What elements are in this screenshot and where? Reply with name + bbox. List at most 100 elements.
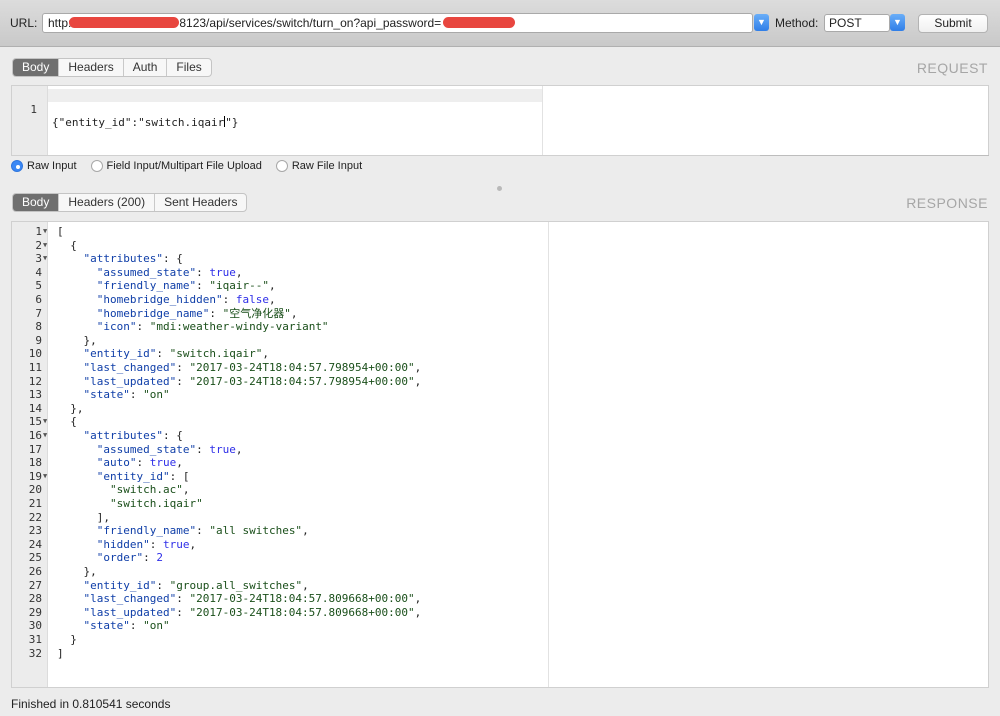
response-title: RESPONSE <box>906 195 988 211</box>
line-number: 12 <box>28 374 42 388</box>
method-dropdown-button[interactable]: ▼ <box>890 14 905 31</box>
radio-label: Raw Input <box>27 160 77 172</box>
editor-split <box>542 86 543 155</box>
code-text: "assumed_state": true, <box>57 265 243 280</box>
redaction-mark <box>443 17 516 28</box>
code-text: "attributes": { <box>57 429 183 443</box>
response-tabs: Body Headers (200) Sent Headers <box>12 193 248 212</box>
radio-label: Field Input/Multipart File Upload <box>106 160 262 172</box>
punctuation: : <box>156 578 170 592</box>
json-key: "friendly_name" <box>96 524 197 538</box>
input-mode-group: Raw Input Field Input/Multipart File Upl… <box>11 160 376 172</box>
code-text: "state": "on" <box>57 619 170 633</box>
line-number: 14 <box>28 401 42 415</box>
line-number: 21 <box>28 497 42 510</box>
fold-arrow-icon[interactable]: ▼ <box>43 429 47 443</box>
tab-request-files[interactable]: Files <box>167 59 210 76</box>
request-body-tail: "} <box>225 116 239 130</box>
punctuation: ], <box>96 510 110 524</box>
fold-arrow-icon[interactable]: ▼ <box>43 225 47 239</box>
code-text: "last_changed": "2017-03-24T18:04:57.798… <box>57 361 422 375</box>
editor-resize-edge <box>760 155 989 156</box>
line-number: 15 <box>28 415 42 429</box>
tab-sent-headers[interactable]: Sent Headers <box>155 194 246 211</box>
punctuation: : <box>143 551 157 565</box>
line-number: 5 <box>35 279 42 293</box>
tab-request-body[interactable]: Body <box>13 59 60 76</box>
punctuation: : <box>136 456 150 470</box>
punctuation: { <box>70 415 77 429</box>
line-number: 22 <box>28 510 42 524</box>
punctuation: : <box>196 265 210 279</box>
fold-arrow-icon[interactable]: ▼ <box>43 470 47 484</box>
json-key: "order" <box>96 551 144 565</box>
punctuation: : <box>129 619 144 633</box>
line-number: 26 <box>28 565 42 578</box>
line-number: 17 <box>28 442 42 456</box>
code-text: }, <box>57 334 97 348</box>
method-select[interactable]: POST <box>824 14 890 32</box>
tab-request-auth[interactable]: Auth <box>124 59 168 76</box>
punctuation: }, <box>70 401 84 415</box>
code-text: "entity_id": [ <box>57 469 190 484</box>
json-key: "assumed_state" <box>96 265 197 279</box>
json-value: "on" <box>143 619 170 633</box>
tab-response-body[interactable]: Body <box>13 194 60 211</box>
radio-field-input[interactable]: Field Input/Multipart File Upload <box>90 160 262 172</box>
json-value: "switch.iqair" <box>169 347 263 361</box>
code-text: "switch.iqair" <box>57 497 203 511</box>
json-key: "state" <box>83 619 130 633</box>
fold-arrow-icon[interactable]: ▼ <box>43 239 47 253</box>
tab-request-headers[interactable]: Headers <box>59 59 124 76</box>
json-key: "entity_id" <box>83 578 157 592</box>
code-text: "attributes": { <box>57 252 183 266</box>
punctuation: , <box>414 361 422 374</box>
punctuation: ] <box>57 646 64 660</box>
line-number: 1 <box>35 225 42 238</box>
line-number: 9 <box>35 333 42 347</box>
json-key: "friendly_name" <box>96 279 197 293</box>
url-history-dropdown[interactable]: ▼ <box>754 14 769 31</box>
punctuation: , <box>302 578 309 592</box>
code-text: "icon": "mdi:weather-windy-variant" <box>57 320 329 334</box>
code-text: "homebridge_hidden": false, <box>57 293 276 307</box>
pane-splitter-handle[interactable] <box>497 186 502 191</box>
request-title: REQUEST <box>916 60 988 76</box>
code-text: "hidden": true, <box>57 538 196 552</box>
radio-unselected-icon <box>275 160 288 172</box>
request-body-editor[interactable]: 1 {"entity_id":"switch.iqair"} <box>11 85 989 156</box>
toolbar: URL: http: 8123/api/services/switch/turn_… <box>0 0 1000 47</box>
json-value: "2017-03-24T18:04:57.809668+00:00" <box>189 592 415 606</box>
json-key: "homebridge_hidden" <box>96 293 223 306</box>
punctuation: : [ <box>169 469 190 483</box>
punctuation: , <box>302 524 309 538</box>
punctuation: : <box>176 361 190 374</box>
line-number: 30 <box>28 619 42 633</box>
radio-raw-file-input[interactable]: Raw File Input <box>275 160 362 172</box>
url-prefix: http: <box>48 16 72 30</box>
json-key: "last_changed" <box>83 361 177 374</box>
url-input[interactable]: http: 8123/api/services/switch/turn_on?ap… <box>42 13 753 33</box>
response-body-viewer[interactable]: 1 ▼[2 ▼ {3 ▼ "attributes": {4 "assumed_stat… <box>11 221 989 688</box>
json-key: "attributes" <box>83 252 163 266</box>
json-value: false <box>235 293 269 306</box>
line-number: 1 <box>30 102 37 116</box>
json-key: "state" <box>83 388 130 402</box>
tab-response-headers[interactable]: Headers (200) <box>59 194 156 211</box>
punctuation: : <box>156 347 170 361</box>
fold-arrow-icon[interactable]: ▼ <box>43 415 47 429</box>
json-key: "entity_id" <box>96 469 170 483</box>
json-value: "group.all_switches" <box>169 578 303 592</box>
editor-split <box>548 222 549 687</box>
chevron-down-icon: ▼ <box>757 17 766 27</box>
submit-button[interactable]: Submit <box>918 14 988 33</box>
punctuation: : { <box>162 252 183 266</box>
request-tabs: Body Headers Auth Files <box>12 58 212 77</box>
radio-unselected-icon <box>90 160 103 172</box>
radio-raw-input[interactable]: Raw Input <box>11 160 77 172</box>
fold-arrow-icon[interactable]: ▼ <box>43 252 47 266</box>
line-number: 25 <box>28 551 42 565</box>
punctuation: : <box>196 524 210 538</box>
line-number: 24 <box>28 537 42 551</box>
redaction-mark <box>69 17 180 28</box>
